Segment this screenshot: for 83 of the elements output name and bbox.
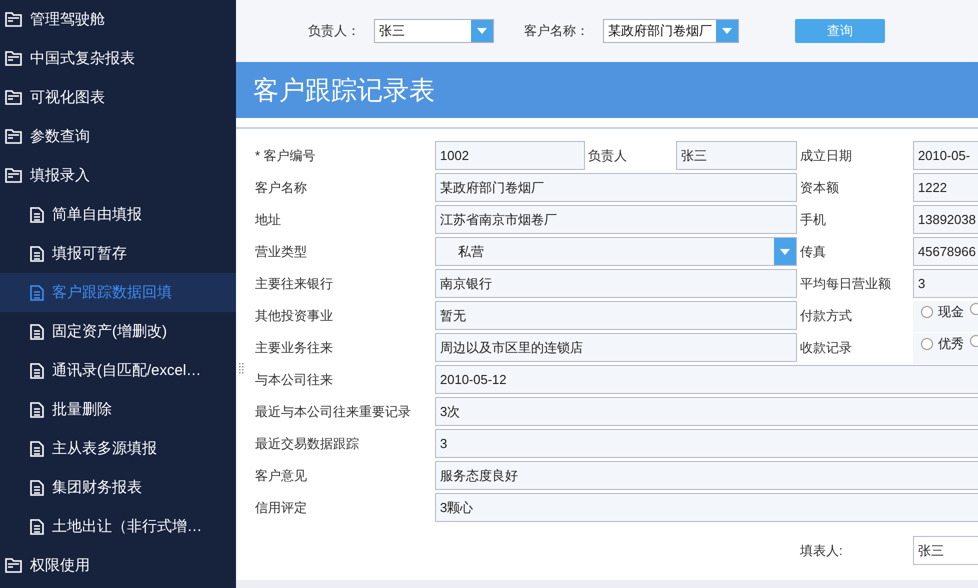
folder-icon [5,129,22,144]
field-label: 客户名称 [255,178,308,196]
radio-button[interactable] [921,306,933,318]
sidebar-item[interactable]: 填报可暂存 [0,234,236,273]
input-field[interactable]: 江苏省南京市烟卷厂 [435,205,797,234]
radio-button[interactable] [921,338,933,350]
input-field[interactable]: 3颗心 [435,493,978,522]
field-label: 地址 [255,210,282,228]
folder-icon [5,12,22,27]
sidebar-item[interactable]: 权限使用 [0,546,236,585]
input-field[interactable]: 暂无 [435,301,797,330]
input-field[interactable]: 3次 [435,397,978,426]
radio-label: 现金 [938,303,964,321]
input-field[interactable]: 张三 [676,141,797,170]
sidebar-item[interactable]: 批量删除 [0,390,236,429]
document-icon [30,402,44,418]
input-field[interactable]: 张三 [913,536,978,565]
field-label: 最近交易数据跟踪 [255,434,360,452]
document-icon [30,246,44,262]
sidebar-item[interactable]: 管理驾驶舱 [0,0,236,39]
folder-icon [5,90,22,105]
dropdown-field[interactable]: 私营 [435,237,797,266]
document-icon [30,440,44,456]
field-label: 负责人 [588,146,628,164]
caret-icon [716,20,738,42]
sidebar-item[interactable]: 中国式复杂报表 [0,39,236,78]
input-field[interactable]: 3 [435,429,978,458]
sidebar-item[interactable]: 可视化图表 [0,78,236,117]
input-field[interactable]: 2010-05-12 [435,365,978,394]
field-label: 填表人: [800,542,844,560]
document-icon [30,206,44,222]
input-field[interactable]: 服务态度良好 [435,461,978,490]
input-field[interactable]: 1222 [913,173,978,202]
field-label: 营业类型 [255,242,308,260]
input-field[interactable]: 某政府部门卷烟厂 [435,173,797,202]
field-label: 主要业务往来 [255,338,334,356]
input-field[interactable]: 13892038 [913,205,978,234]
field-label: 手机 [800,210,827,228]
dropdown-field[interactable]: 某政府部门卷烟厂 [603,19,739,43]
input-field[interactable]: 周边以及市区里的连锁店 [435,333,797,362]
sidebar-item[interactable]: 参数查询 [0,117,236,156]
field-label: 收款记录 [800,338,853,356]
filter-label: 负责人： [308,22,360,40]
input-field[interactable]: 1002 [435,141,585,170]
folder-icon [5,168,22,183]
field-label: 付款方式 [800,306,853,324]
filter-label: 客户名称： [524,22,589,40]
sidebar-item[interactable]: 固定资产(增删改) [0,312,236,351]
field-label: 成立日期 [800,146,853,164]
report-title: 客户跟踪记录表 [236,62,978,118]
folder-icon [5,51,22,66]
caret-icon [774,238,796,265]
field-label: 信用评定 [255,498,308,516]
field-label: 平均每日营业额 [800,274,892,292]
field-label: 其他投资事业 [255,306,334,324]
field-label: 最近与本公司往来重要记录 [255,402,412,420]
input-field[interactable]: 南京银行 [435,269,797,298]
document-icon [30,518,44,534]
field-label: 主要往来银行 [255,274,334,292]
sidebar-item[interactable]: 客户跟踪数据回填 [0,273,236,312]
dropdown-field[interactable]: 张三 [374,19,494,43]
field-label: * 客户编号 [255,146,317,164]
sidebar-item[interactable]: 主从表多源填报 [0,429,236,468]
document-icon [30,324,44,340]
field-label: 与本公司往来 [255,370,334,388]
sidebar-item[interactable]: 集团财务报表 [0,468,236,507]
input-field[interactable]: 45678966 [913,237,978,266]
document-icon [30,284,44,300]
input-field[interactable]: 3 [913,269,978,298]
sidebar-item[interactable]: 土地出让（非行式增… [0,507,236,546]
field-label: 资本额 [800,178,840,196]
caret-icon [471,20,493,42]
radio-label: 优秀 [938,335,964,353]
field-label: 客户意见 [255,466,308,484]
field-label: 传真 [800,242,827,260]
sidebar-item[interactable]: 填报录入 [0,156,236,195]
sidebar-item[interactable]: 简单自由填报 [0,195,236,234]
input-field[interactable]: 2010-05- [913,141,978,170]
folder-icon [5,558,22,573]
document-icon [30,362,44,378]
document-icon [30,480,44,496]
drag-handle-icon[interactable] [239,363,244,374]
sidebar-item[interactable]: 通讯录(自匹配/excel… [0,351,236,390]
